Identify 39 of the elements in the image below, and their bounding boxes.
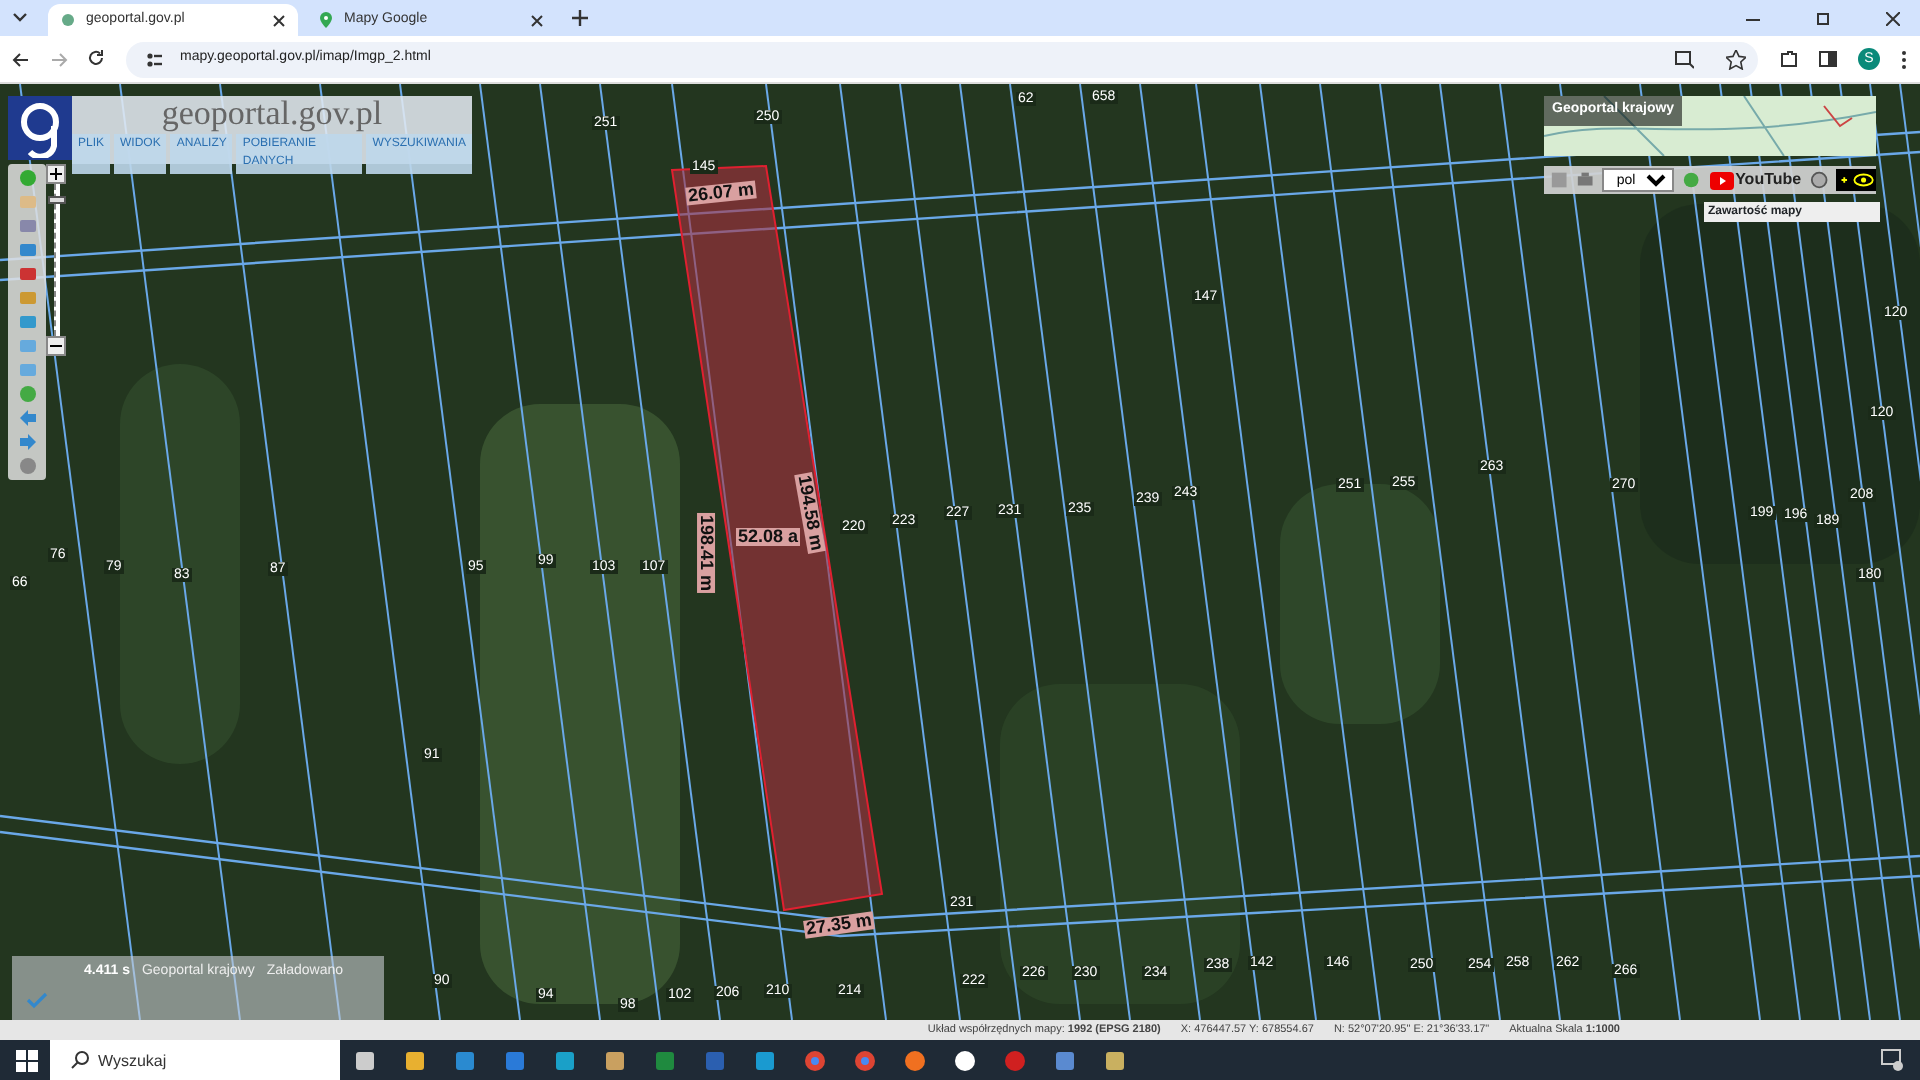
geoportal-logo[interactable] [8,96,72,160]
site-title[interactable]: geoportal.gov.pl [161,96,383,134]
bookmark-star-icon[interactable] [1726,49,1746,69]
menu-icon[interactable] [1900,49,1908,69]
back-icon[interactable] [12,51,30,67]
restore-icon[interactable] [1816,11,1830,25]
site-info-icon[interactable] [146,51,164,67]
search-icon [70,1050,90,1070]
new-tab-icon[interactable] [572,10,588,26]
measurement-label: 198.41 m [697,512,716,594]
app-icon[interactable] [354,1049,376,1071]
selected-parcel[interactable] [670,164,884,912]
app-icon[interactable] [1104,1049,1126,1071]
browser-icon[interactable] [804,1049,826,1071]
youtube-link[interactable]: YouTube [1709,168,1802,192]
zoom-slider-thumb[interactable] [47,195,65,204]
youtube-text: YouTube [1735,168,1802,192]
notifications-icon[interactable] [1880,1048,1904,1072]
search-field[interactable]: Wyszukaj [50,1040,340,1080]
install-app-icon[interactable] [1674,49,1694,69]
app-icon[interactable] [404,1049,426,1071]
check-icon [24,988,48,1012]
close-icon[interactable] [530,13,544,27]
favicon-icon [60,12,76,28]
browser-icon[interactable] [854,1049,876,1071]
map-pin-icon [318,12,334,28]
printer-icon[interactable] [1576,170,1595,190]
measurement-label: 52.08 a [736,528,801,546]
app-icon[interactable] [604,1049,626,1071]
app-icon[interactable] [954,1049,976,1071]
close-icon[interactable] [272,13,286,27]
reload-icon[interactable] [88,50,106,68]
aerial-map[interactable] [0,84,1920,1020]
high-contrast-icon[interactable] [1835,168,1876,192]
start-icon[interactable] [16,1049,38,1071]
play-icon [1709,171,1734,189]
close-icon[interactable] [1886,11,1900,25]
extensions-icon[interactable] [1778,49,1798,69]
side-panel-icon[interactable] [1818,49,1838,69]
